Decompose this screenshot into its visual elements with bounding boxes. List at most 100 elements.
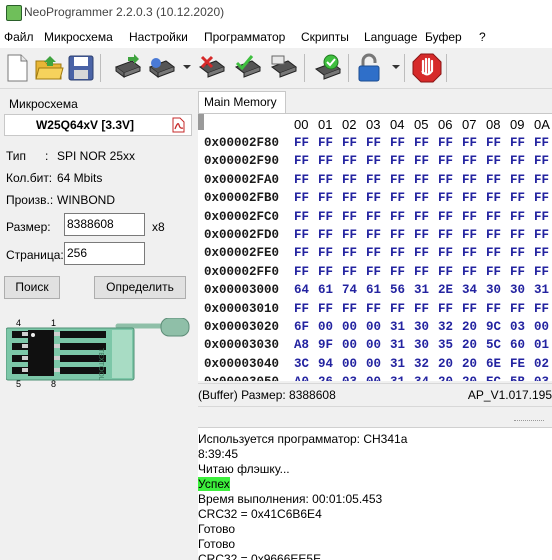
hex-byte[interactable]: FF [534, 302, 549, 316]
hex-byte[interactable]: FF [486, 265, 501, 279]
hex-byte[interactable]: FF [390, 228, 405, 242]
hex-byte[interactable]: FF [342, 302, 357, 316]
hex-byte[interactable]: FF [342, 191, 357, 205]
hex-byte[interactable]: 00 [366, 375, 381, 381]
hex-byte[interactable]: FF [486, 136, 501, 150]
hex-byte[interactable]: FF [318, 302, 333, 316]
hex-byte[interactable]: 35 [438, 338, 453, 352]
hex-byte[interactable]: FF [438, 265, 453, 279]
hex-byte[interactable]: FF [510, 265, 525, 279]
hex-byte[interactable]: 00 [366, 320, 381, 334]
verify-chip-icon[interactable] [268, 53, 298, 83]
auto-program-icon[interactable] [312, 53, 342, 83]
hex-byte[interactable]: 5B [510, 375, 525, 381]
hex-byte[interactable]: FF [486, 246, 501, 260]
size-field[interactable]: 8388608 [64, 213, 145, 236]
hex-byte[interactable]: FF [462, 265, 477, 279]
new-file-icon[interactable] [2, 53, 32, 83]
hex-byte[interactable]: FF [414, 302, 429, 316]
hex-byte[interactable]: FF [390, 302, 405, 316]
hex-byte[interactable]: 30 [414, 320, 429, 334]
hex-byte[interactable]: 20 [438, 375, 453, 381]
hex-byte[interactable]: FF [342, 136, 357, 150]
hex-byte[interactable]: FF [390, 173, 405, 187]
hex-byte[interactable]: 31 [414, 283, 429, 297]
chevron-down-icon[interactable] [392, 65, 400, 69]
hex-byte[interactable]: FF [510, 210, 525, 224]
menu-help[interactable]: ? [479, 30, 486, 44]
hex-byte[interactable]: FF [438, 246, 453, 260]
hex-byte[interactable]: FF [366, 154, 381, 168]
hex-byte[interactable]: FF [414, 173, 429, 187]
hex-byte[interactable]: 00 [318, 320, 333, 334]
hex-byte[interactable]: 34 [414, 375, 429, 381]
hex-byte[interactable]: FF [390, 154, 405, 168]
write-chip-icon[interactable] [232, 53, 262, 83]
hex-byte[interactable]: FF [438, 154, 453, 168]
hex-byte[interactable]: FF [486, 173, 501, 187]
hex-byte[interactable]: 00 [342, 357, 357, 371]
hex-byte[interactable]: FF [534, 173, 549, 187]
hex-byte[interactable]: FF [534, 154, 549, 168]
hex-byte[interactable]: 9C [486, 320, 501, 334]
hex-byte[interactable]: FF [438, 228, 453, 242]
hex-byte[interactable]: FF [486, 228, 501, 242]
hex-byte[interactable]: 00 [366, 338, 381, 352]
open-folder-icon[interactable] [34, 53, 64, 83]
hex-byte[interactable]: FE [510, 357, 525, 371]
hex-byte[interactable]: FF [318, 154, 333, 168]
hex-byte[interactable]: 00 [534, 320, 549, 334]
hex-byte[interactable]: FF [318, 173, 333, 187]
hex-byte[interactable]: FF [414, 154, 429, 168]
menu-chip[interactable]: Микросхема [44, 30, 113, 44]
hex-byte[interactable]: 20 [462, 338, 477, 352]
hex-byte[interactable]: 64 [294, 283, 309, 297]
hex-byte[interactable]: FF [366, 265, 381, 279]
hex-byte[interactable]: FF [534, 136, 549, 150]
hex-byte[interactable]: FF [414, 265, 429, 279]
hex-byte[interactable]: FF [462, 191, 477, 205]
hex-byte[interactable]: FF [534, 265, 549, 279]
hex-byte[interactable]: FF [486, 302, 501, 316]
hex-byte[interactable]: FF [510, 302, 525, 316]
hex-byte[interactable]: FF [534, 246, 549, 260]
menu-file[interactable]: Файл [4, 30, 34, 44]
hex-byte[interactable]: A8 [294, 338, 309, 352]
hex-byte[interactable]: FF [366, 228, 381, 242]
hex-byte[interactable]: FF [390, 246, 405, 260]
hex-byte[interactable]: FF [294, 154, 309, 168]
hex-byte[interactable]: 6F [294, 320, 309, 334]
hex-byte[interactable]: FF [462, 136, 477, 150]
hex-byte[interactable]: FF [366, 210, 381, 224]
hex-byte[interactable]: FF [510, 154, 525, 168]
hex-byte[interactable]: 20 [438, 357, 453, 371]
hex-byte[interactable]: FF [318, 136, 333, 150]
hex-byte[interactable]: 31 [390, 375, 405, 381]
hex-byte[interactable]: FF [294, 302, 309, 316]
hex-byte[interactable]: FF [534, 228, 549, 242]
hex-byte[interactable]: 31 [390, 320, 405, 334]
menu-settings[interactable]: Настройки [129, 30, 188, 44]
hex-byte[interactable]: 31 [390, 357, 405, 371]
hex-byte[interactable]: FF [462, 173, 477, 187]
erase-chip-icon[interactable] [196, 53, 226, 83]
hex-byte[interactable]: FF [294, 210, 309, 224]
hex-byte[interactable]: 31 [534, 283, 549, 297]
hex-byte[interactable]: 5C [486, 338, 501, 352]
hex-byte[interactable]: FF [438, 210, 453, 224]
hex-byte[interactable]: FF [510, 136, 525, 150]
hex-byte[interactable]: 20 [462, 357, 477, 371]
hex-byte[interactable]: 02 [534, 357, 549, 371]
hex-byte[interactable]: 00 [342, 320, 357, 334]
hex-byte[interactable]: FF [438, 173, 453, 187]
hex-byte[interactable]: FF [438, 191, 453, 205]
hex-byte[interactable]: 30 [414, 338, 429, 352]
hex-byte[interactable]: FF [462, 154, 477, 168]
hex-byte[interactable]: FF [318, 265, 333, 279]
stop-icon[interactable] [412, 53, 442, 83]
hex-byte[interactable]: FF [294, 228, 309, 242]
hex-byte[interactable]: FF [318, 210, 333, 224]
hex-byte[interactable]: FF [414, 228, 429, 242]
hex-byte[interactable]: FF [534, 191, 549, 205]
hex-byte[interactable]: FF [414, 210, 429, 224]
